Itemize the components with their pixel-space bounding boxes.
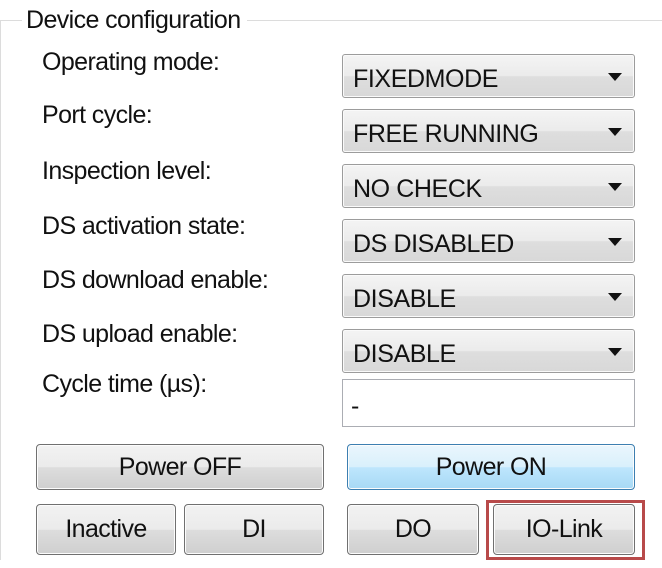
operating-mode-value: FIXEDMODE xyxy=(353,65,499,93)
cycle-time-value: - xyxy=(351,392,360,420)
dropdown-arrow-icon xyxy=(608,348,622,356)
power-on-button[interactable]: Power ON xyxy=(347,444,635,490)
power-off-button[interactable]: Power OFF xyxy=(36,444,324,490)
do-button[interactable]: DO xyxy=(347,504,479,555)
ds-download-enable-value: DISABLE xyxy=(353,285,456,313)
dropdown-arrow-icon xyxy=(608,73,622,81)
inspection-level-select[interactable]: NO CHECK xyxy=(342,164,635,208)
port-cycle-label: Port cycle: xyxy=(42,101,153,129)
cycle-time-label: Cycle time (µs): xyxy=(42,370,207,398)
di-button[interactable]: DI xyxy=(184,504,324,555)
inspection-level-label: Inspection level: xyxy=(42,157,212,185)
ds-upload-enable-select[interactable]: DISABLE xyxy=(342,329,635,373)
port-cycle-value: FREE RUNNING xyxy=(353,120,539,148)
cycle-time-field[interactable]: - xyxy=(342,379,635,427)
ds-upload-enable-label: DS upload enable: xyxy=(42,320,238,348)
dropdown-arrow-icon xyxy=(608,293,622,301)
ds-download-enable-label: DS download enable: xyxy=(42,266,269,294)
operating-mode-label: Operating mode: xyxy=(42,48,220,76)
operating-mode-select[interactable]: FIXEDMODE xyxy=(342,54,635,98)
dropdown-arrow-icon xyxy=(608,128,622,136)
io-link-highlight-box xyxy=(486,500,645,560)
ds-activation-state-label: DS activation state: xyxy=(42,212,246,240)
inspection-level-value: NO CHECK xyxy=(353,175,482,203)
dropdown-arrow-icon xyxy=(608,238,622,246)
inactive-button[interactable]: Inactive xyxy=(36,504,176,555)
ds-activation-state-select[interactable]: DS DISABLED xyxy=(342,219,635,263)
ds-activation-state-value: DS DISABLED xyxy=(353,230,514,258)
dropdown-arrow-icon xyxy=(608,183,622,191)
group-title: Device configuration xyxy=(22,4,247,36)
ds-upload-enable-value: DISABLE xyxy=(353,340,456,368)
port-cycle-select[interactable]: FREE RUNNING xyxy=(342,109,635,153)
groupbox-left-border xyxy=(0,20,1,560)
ds-download-enable-select[interactable]: DISABLE xyxy=(342,274,635,318)
